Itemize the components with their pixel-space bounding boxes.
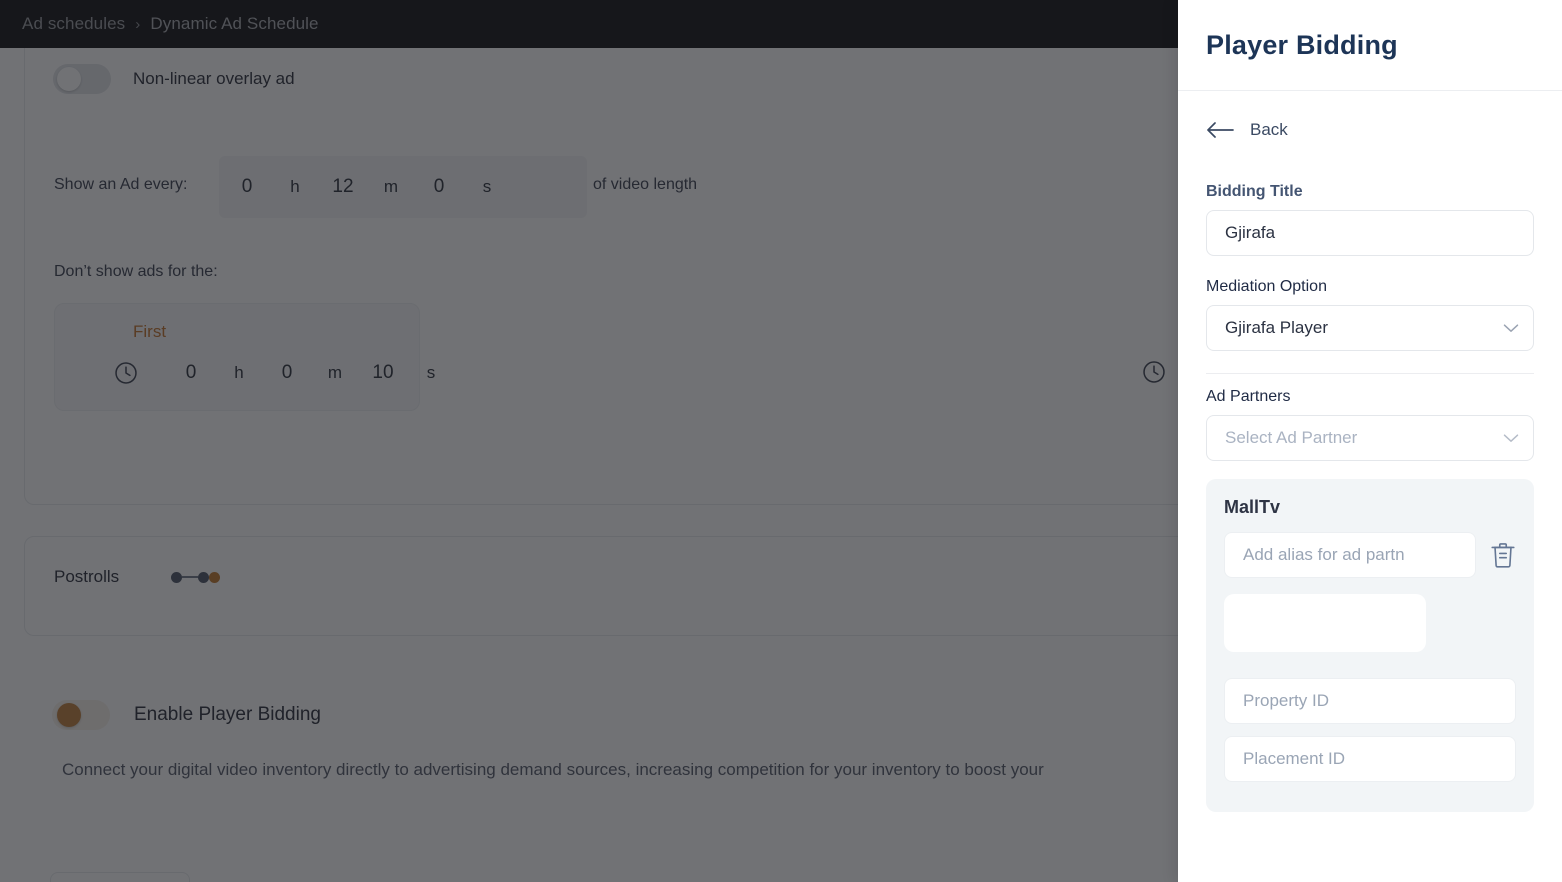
ad-partner-select[interactable]: Select Ad Partner xyxy=(1206,415,1534,461)
ad-partners-field: Ad Partners Select Ad Partner xyxy=(1206,388,1534,461)
bidding-title-label: Bidding Title xyxy=(1206,183,1303,200)
ad-partner-extra-box[interactable] xyxy=(1224,594,1426,652)
ad-partner-alias-input[interactable]: Add alias for ad partn xyxy=(1224,532,1476,578)
property-id-input[interactable]: Property ID xyxy=(1224,678,1516,724)
bidding-title-field: Bidding Title Gjirafa xyxy=(1206,183,1534,256)
mediation-option-field: Mediation Option Gjirafa Player xyxy=(1206,278,1534,351)
mediation-option-value: Gjirafa Player xyxy=(1225,318,1328,337)
ad-partner-placeholder: Select Ad Partner xyxy=(1225,428,1358,447)
panel-title: Player Bidding xyxy=(1206,29,1398,60)
back-label: Back xyxy=(1250,120,1288,139)
bidding-title-input[interactable]: Gjirafa xyxy=(1206,210,1534,256)
arrow-left-icon xyxy=(1207,122,1234,138)
mediation-option-select[interactable]: Gjirafa Player xyxy=(1206,305,1534,351)
panel-header: Player Bidding xyxy=(1178,0,1562,90)
panel-body: Back Bidding Title Gjirafa Mediation Opt… xyxy=(1178,91,1562,882)
trash-icon[interactable] xyxy=(1490,541,1516,569)
chevron-down-icon xyxy=(1503,324,1519,332)
ad-partner-card-malltv: MallTv Add alias for ad partn Property I… xyxy=(1206,479,1534,812)
panel-section-divider xyxy=(1206,373,1534,374)
ad-partner-name: MallTv xyxy=(1224,497,1281,517)
back-button[interactable]: Back xyxy=(1206,91,1534,169)
alias-row: Add alias for ad partn xyxy=(1224,532,1516,578)
app-screen: Ad schedules › Dynamic Ad Schedule Non-l… xyxy=(0,0,1562,882)
placement-id-input[interactable]: Placement ID xyxy=(1224,736,1516,782)
mediation-option-label: Mediation Option xyxy=(1206,278,1327,295)
player-bidding-panel: Player Bidding Back Bidding Title Gjiraf… xyxy=(1178,0,1562,882)
ad-partners-label: Ad Partners xyxy=(1206,388,1291,405)
chevron-down-icon-partner xyxy=(1503,434,1519,442)
